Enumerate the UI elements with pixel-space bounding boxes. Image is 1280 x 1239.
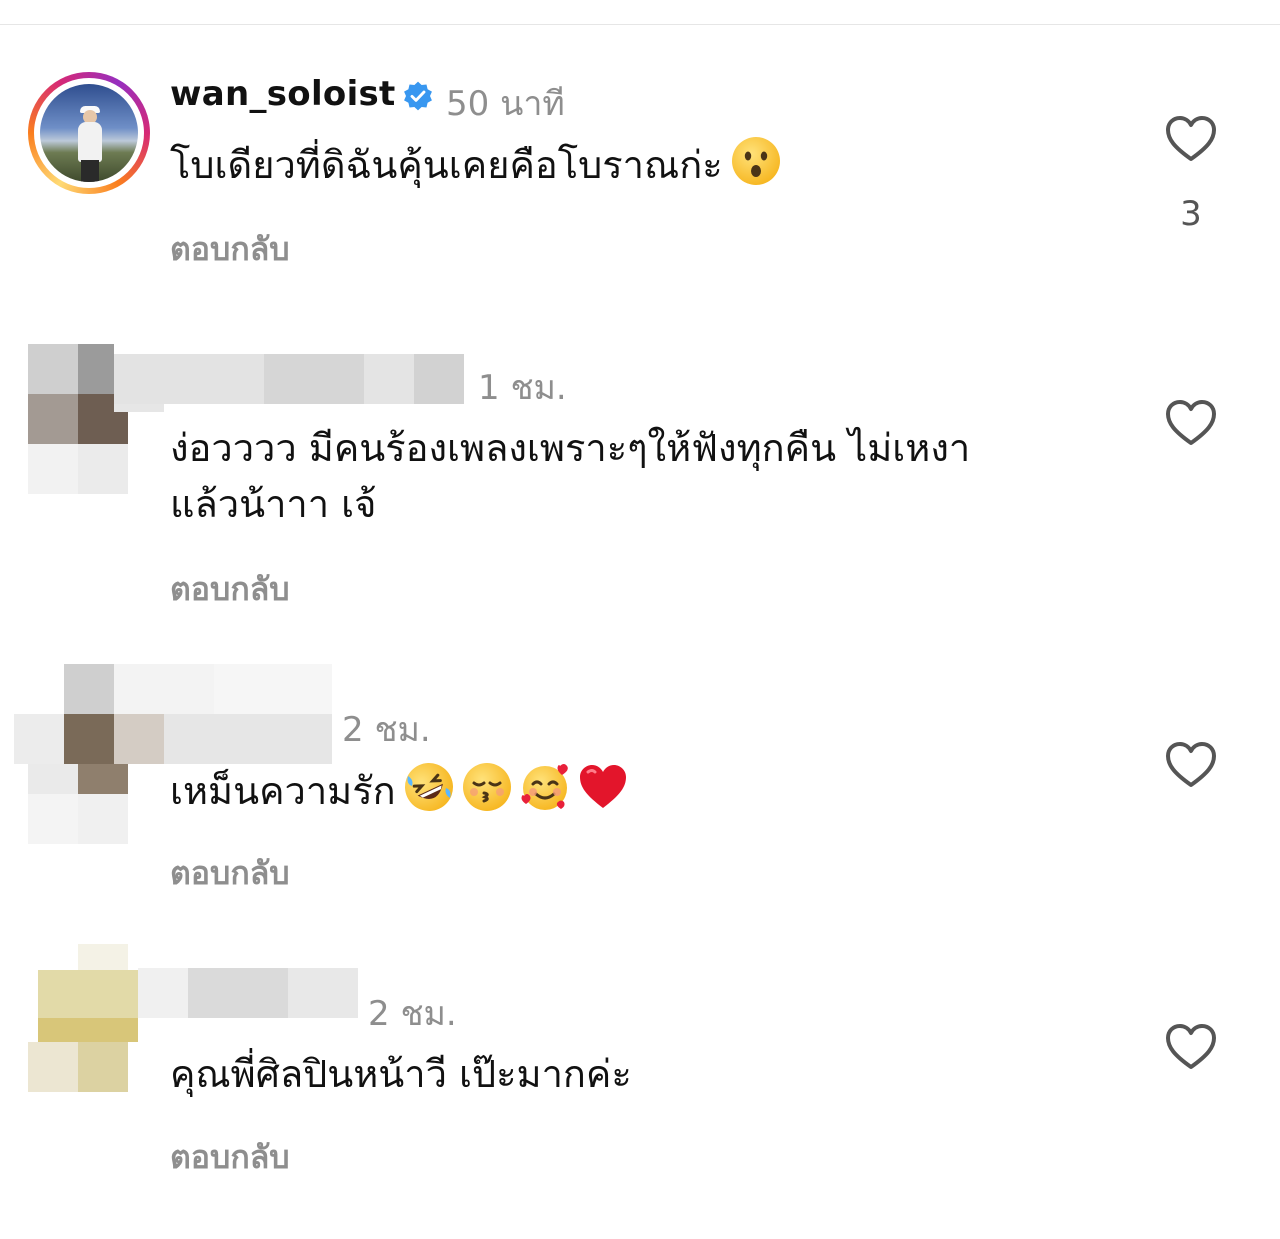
comment-time: 50 นาที bbox=[446, 84, 565, 124]
heart-outline-icon[interactable] bbox=[1164, 740, 1218, 790]
heart-outline-icon[interactable] bbox=[1164, 1022, 1218, 1072]
comment-time: 2 ชม. bbox=[368, 994, 457, 1034]
comment-time: 2 ชม. bbox=[342, 710, 431, 750]
reply-button[interactable]: ตอบกลับ bbox=[170, 224, 290, 275]
like-count: 3 bbox=[1180, 194, 1202, 234]
comment-text-body: คุณพี่ศิลปินหน้าวี เป๊ะมากค่ะ bbox=[170, 1052, 632, 1096]
comment-text-line: ง่อวววว มีคนร้องเพลงเพราะๆให้ฟังทุกคืน ไ… bbox=[170, 426, 971, 470]
astonished-face-icon bbox=[731, 137, 780, 185]
comment-text-body: เหม็นความรัก bbox=[170, 769, 396, 813]
reply-button[interactable]: ตอบกลับ bbox=[170, 564, 290, 615]
rolling-laughing-face-icon bbox=[404, 763, 453, 811]
heart-outline-icon[interactable] bbox=[1164, 114, 1218, 164]
verified-badge-icon bbox=[404, 81, 432, 111]
comment-text-body: โบเดียวที่ดิฉันคุ้นเคยคือโบราณก่ะ bbox=[170, 143, 723, 187]
comment-text: โบเดียวที่ดิฉันคุ้นเคยคือโบราณก่ะ bbox=[170, 136, 1090, 193]
avatar bbox=[40, 84, 138, 182]
comment-username[interactable]: wan_soloist bbox=[170, 74, 396, 114]
reply-button[interactable]: ตอบกลับ bbox=[170, 848, 290, 899]
avatar-story-ring[interactable] bbox=[28, 72, 150, 194]
comment-time: 1 ชม. bbox=[478, 368, 567, 408]
kissing-closed-eyes-face-icon bbox=[462, 763, 511, 811]
red-heart-icon bbox=[579, 765, 626, 808]
reply-button[interactable]: ตอบกลับ bbox=[170, 1132, 290, 1183]
comment-text: ง่อวววว มีคนร้องเพลงเพราะๆให้ฟังทุกคืน ไ… bbox=[170, 420, 1090, 532]
smiling-face-with-hearts-icon bbox=[521, 764, 568, 810]
comment-text-line: แล้วน้าาา เจ้ bbox=[170, 482, 377, 526]
comment-text: คุณพี่ศิลปินหน้าวี เป๊ะมากค่ะ bbox=[170, 1046, 1090, 1102]
comment-text: เหม็นความรัก bbox=[170, 762, 1090, 819]
top-divider bbox=[0, 24, 1280, 25]
heart-outline-icon[interactable] bbox=[1164, 398, 1218, 448]
